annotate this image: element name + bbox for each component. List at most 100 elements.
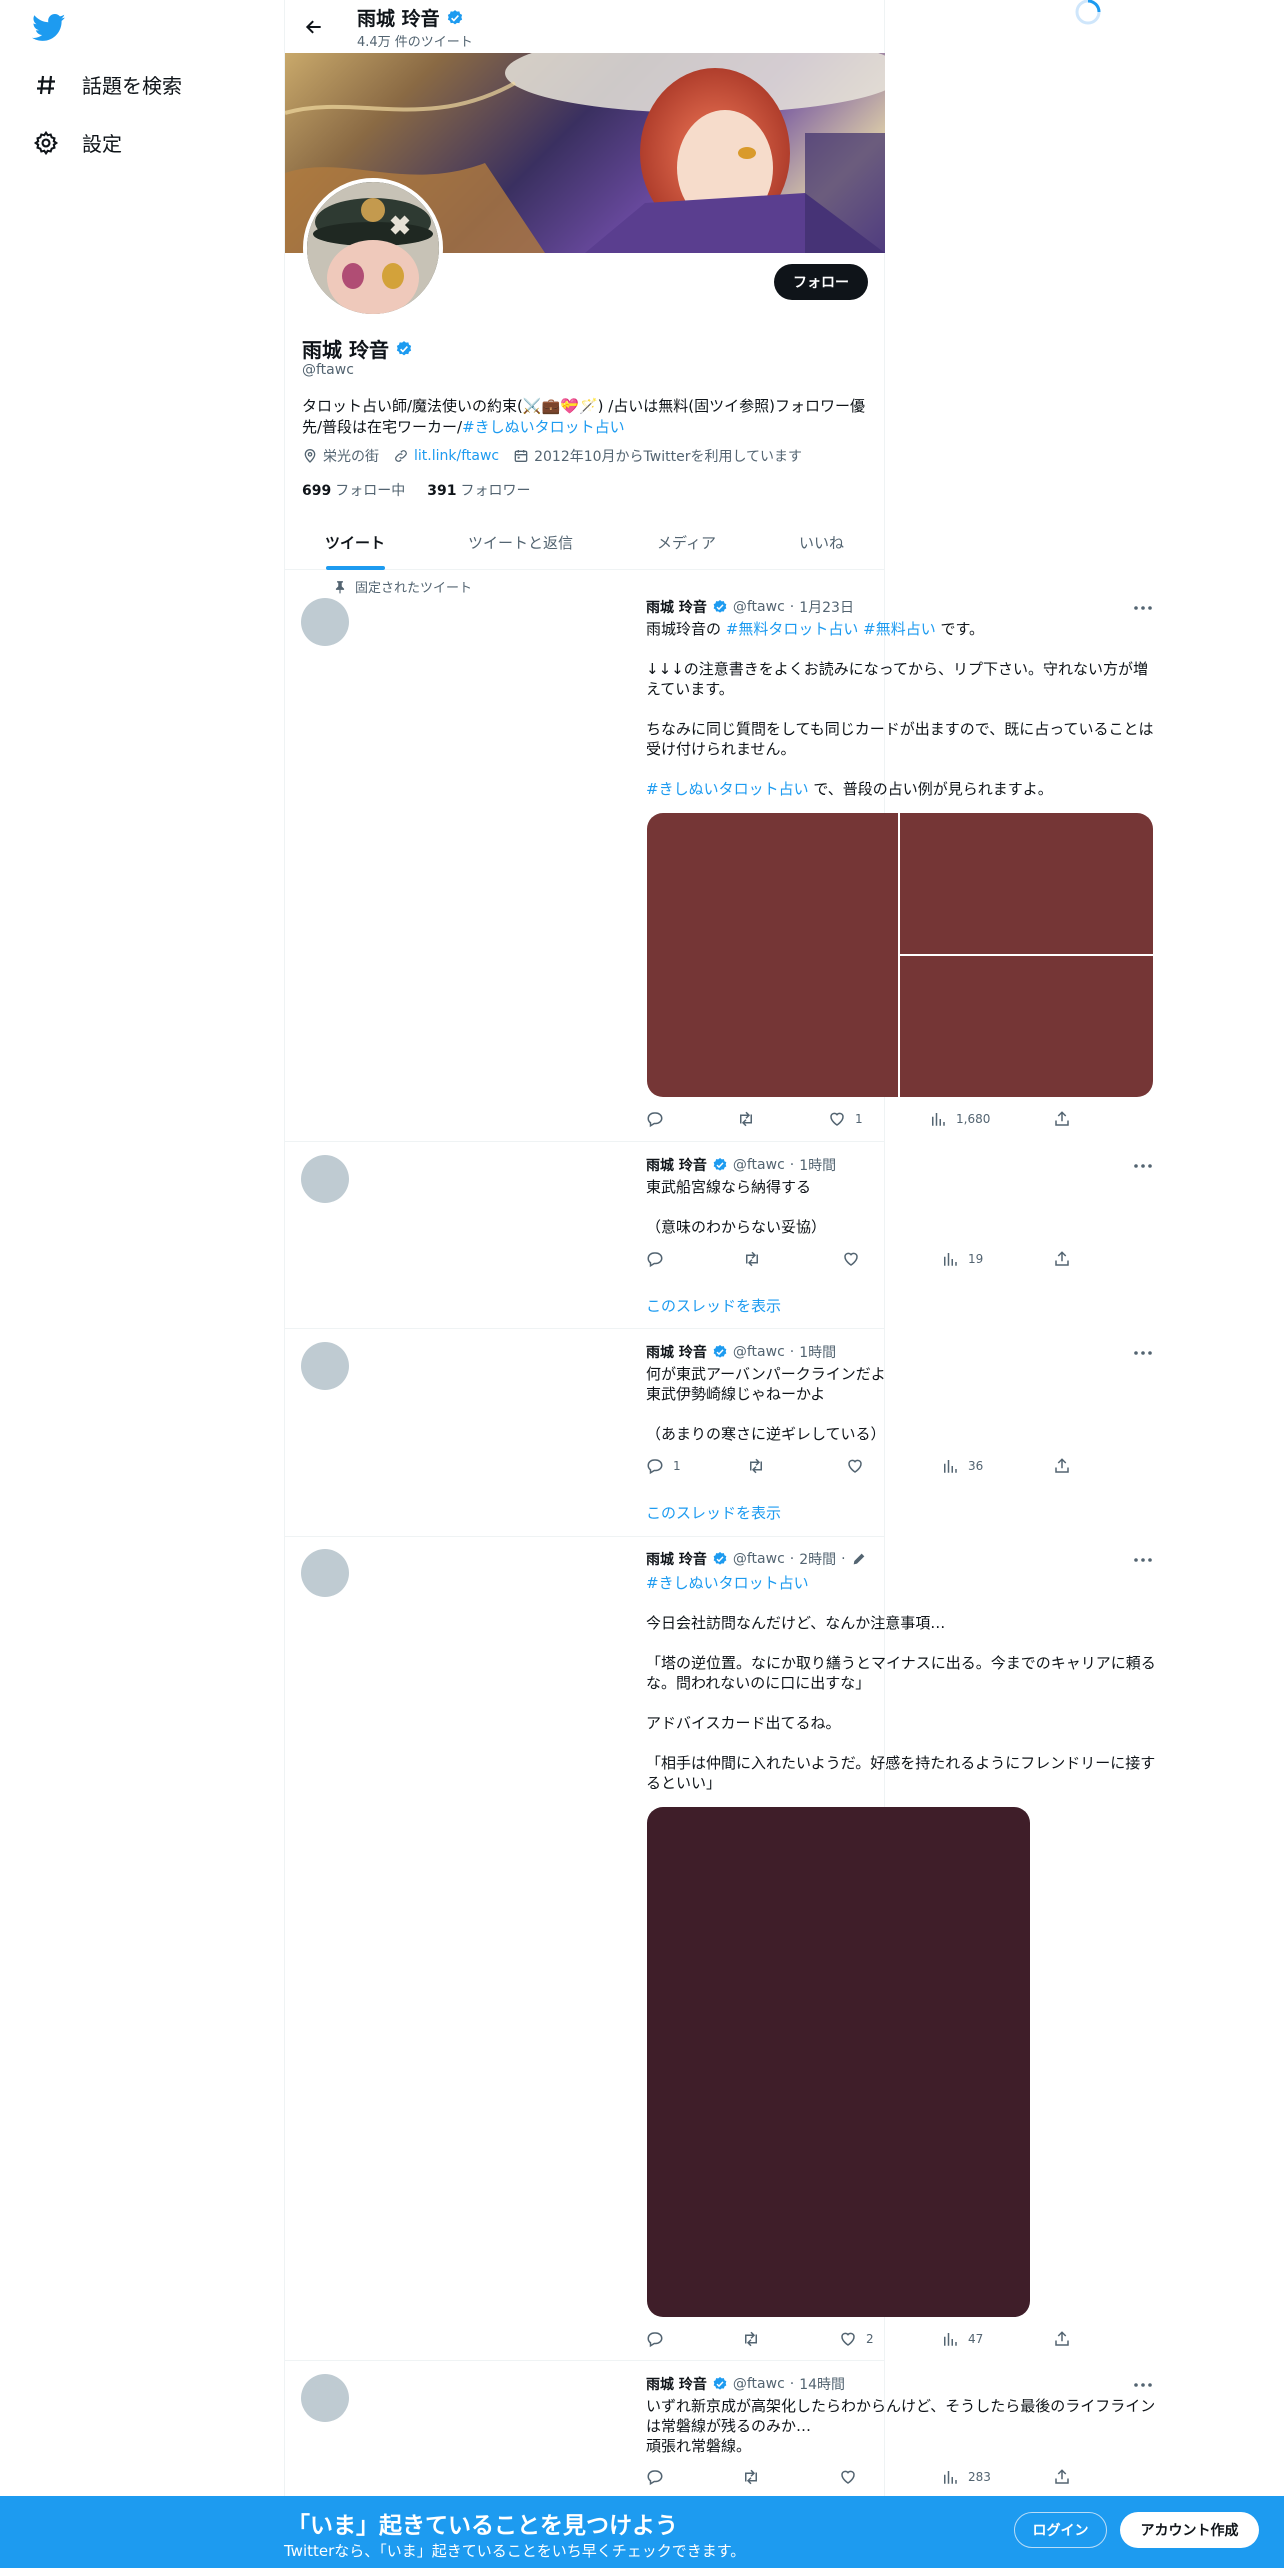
tweet-avatar[interactable] [301, 598, 349, 646]
signup-button[interactable]: アカウント作成 [1120, 2512, 1259, 2548]
heart-icon [848, 1459, 862, 1473]
login-button[interactable]: ログイン [1014, 2512, 1107, 2548]
tweet-body: 今日会社訪問なんだけど、なんか注意事項… 「塔の逆位置。なにか取り繕うとマイナス… [646, 1614, 1156, 1792]
twitter-bird-icon[interactable] [32, 14, 66, 42]
share-button[interactable] [1053, 2468, 1071, 2486]
more-icon[interactable] [1133, 598, 1153, 618]
tweet-text: です。 [935, 620, 984, 638]
tweet-author-name[interactable]: 雨城 玲音 [646, 1155, 707, 1175]
retweet-icon [745, 2469, 757, 2485]
retweet-button[interactable] [736, 1110, 765, 1128]
share-icon [1055, 1458, 1069, 1473]
nav-settings[interactable]: 設定 [32, 128, 122, 157]
views-button[interactable]: 36 [941, 1457, 983, 1475]
like-button[interactable]: 2 [839, 2330, 874, 2348]
more-icon[interactable] [1133, 1156, 1153, 1176]
views-chart-icon [944, 1460, 957, 1473]
link-icon [395, 450, 407, 462]
retweet-icon [750, 1458, 762, 1474]
nav-explore[interactable]: 話題を検索 [32, 70, 182, 99]
tweet-header: 雨城 玲音 @ftawc · 1時間 [646, 1155, 836, 1175]
reply-button[interactable] [646, 2468, 673, 2486]
tweet-dot: · [789, 2376, 795, 2392]
retweet-icon [745, 2331, 757, 2347]
verified-badge-icon [713, 2377, 727, 2390]
tweet-time[interactable]: 1月23日 [799, 597, 854, 617]
tweet-header: 雨城 玲音 @ftawc · 2時間 · [646, 1549, 867, 1569]
more-icon[interactable] [1133, 2375, 1153, 2395]
tweet-author-name[interactable]: 雨城 玲音 [646, 1342, 707, 1362]
tweet-author-name[interactable]: 雨城 玲音 [646, 597, 707, 617]
like-button[interactable] [842, 1250, 869, 1268]
hashtag-link[interactable]: #きしぬいタロット占い [646, 1574, 809, 1592]
hashtag-link[interactable]: #無料タロット占い [726, 620, 859, 638]
tweet-handle: @ftawc [732, 2376, 785, 2392]
tweet-text: で、普段の占い例が見られますよ。 [808, 780, 1053, 798]
bio-hashtag-link[interactable]: #きしぬいタロット占い [462, 418, 625, 436]
more-icon[interactable] [1133, 1343, 1153, 1363]
tweet-time[interactable]: 1時間 [799, 1155, 836, 1175]
tweet-time[interactable]: 2時間 [799, 1549, 836, 1569]
reply-button[interactable] [646, 1110, 673, 1128]
show-thread-link[interactable]: このスレッドを表示 [646, 1295, 781, 1316]
tweet-hashtag-line: #きしぬいタロット占い [646, 1573, 1156, 1593]
views-button[interactable]: 19 [941, 1250, 983, 1268]
pinned-label: 固定されたツイート [355, 581, 473, 596]
hashtag-link[interactable]: #無料占い [863, 620, 936, 638]
follow-button[interactable]: フォロー [774, 264, 868, 300]
tweet-media-image[interactable] [900, 956, 1153, 1097]
tweet-dot: · [789, 1344, 795, 1360]
signup-banner-subtitle: Twitterなら、「いま」起きていることをいち早くチェックできます。 [284, 2542, 746, 2560]
tweet-avatar[interactable] [301, 1342, 349, 1390]
reply-button[interactable]: 1 [646, 1457, 681, 1475]
tab-likes[interactable]: いいね [799, 515, 844, 570]
views-button[interactable]: 1,680 [929, 1110, 990, 1128]
retweet-button[interactable] [746, 1457, 775, 1475]
hashtag-link[interactable]: #きしぬいタロット占い [646, 780, 809, 798]
tweet-dot: · [789, 1157, 795, 1173]
retweet-button[interactable] [742, 1250, 771, 1268]
tweet-author-name[interactable]: 雨城 玲音 [646, 1549, 707, 1569]
reply-icon [647, 1112, 663, 1128]
tweet-handle: @ftawc [732, 1551, 785, 1567]
share-button[interactable] [1053, 2330, 1071, 2348]
like-button[interactable]: 1 [828, 1110, 863, 1128]
tweet-media-image[interactable] [900, 813, 1153, 954]
share-button[interactable] [1053, 1110, 1071, 1128]
tweet-body: 何が東武アーバンパークラインだよ 東武伊勢崎線じゃねーかよ （あまりの寒さに逆ギ… [646, 1365, 886, 1443]
heart-icon [841, 2470, 855, 2484]
verified-badge-icon [713, 600, 727, 613]
tweet-author-name[interactable]: 雨城 玲音 [646, 2374, 707, 2394]
tweet-time[interactable]: 14時間 [799, 2374, 845, 2394]
views-button[interactable]: 283 [941, 2468, 991, 2486]
profile-avatar[interactable] [303, 178, 443, 318]
followers-count: 391 [427, 483, 457, 499]
reply-button[interactable] [646, 1250, 673, 1268]
like-button[interactable] [846, 1457, 873, 1475]
share-button[interactable] [1053, 1250, 1071, 1268]
share-button[interactable] [1053, 1457, 1071, 1475]
back-arrow-icon[interactable] [299, 12, 329, 42]
views-button[interactable]: 47 [941, 2330, 983, 2348]
show-thread-link[interactable]: このスレッドを表示 [646, 1502, 781, 1523]
following-link[interactable]: 699 フォロー中 [302, 480, 405, 500]
tweet-time[interactable]: 1時間 [799, 1342, 836, 1362]
retweet-button[interactable] [741, 2330, 770, 2348]
tweet-avatar[interactable] [301, 1155, 349, 1203]
reply-button[interactable] [646, 2330, 673, 2348]
profile-bio: タロット占い師/魔法使いの約束(⚔️💼💝🪄) /占いは無料(固ツイ参照)フォロワ… [302, 396, 867, 438]
followers-link[interactable]: 391 フォロワー [427, 480, 530, 500]
tab-tweets-replies[interactable]: ツイートと返信 [468, 515, 573, 570]
tab-tweets[interactable]: ツイート [325, 515, 385, 570]
tweet-media-image[interactable] [647, 1807, 1030, 2317]
retweet-button[interactable] [741, 2468, 770, 2486]
like-button[interactable] [839, 2468, 866, 2486]
tab-media[interactable]: メディア [657, 515, 716, 570]
profile-url-link[interactable]: lit.link/ftawc [414, 448, 499, 464]
edited-pencil-icon[interactable] [851, 1551, 867, 1567]
tweet-avatar[interactable] [301, 2374, 349, 2422]
more-icon[interactable] [1133, 1550, 1153, 1570]
tweet-avatar[interactable] [301, 1549, 349, 1597]
tweet-media-image[interactable] [647, 813, 898, 1097]
view-count: 19 [968, 1252, 984, 1266]
